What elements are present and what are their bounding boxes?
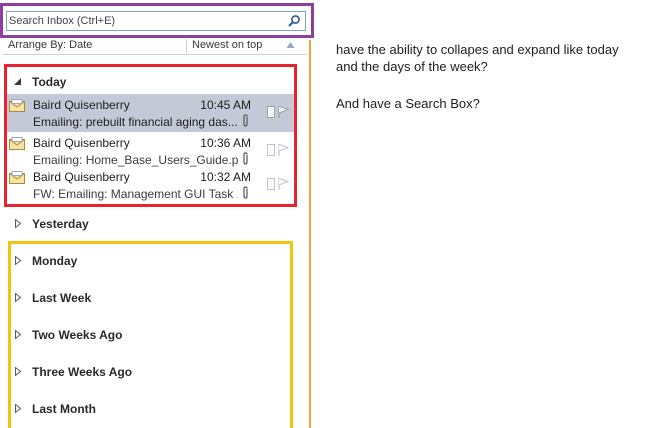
- group-label: Yesterday: [32, 217, 89, 231]
- sort-order-label[interactable]: Newest on top: [192, 39, 262, 51]
- annotation-line-2: and the days of the week?: [336, 59, 488, 74]
- mail-list-pane: Arrange By: Date Newest on top Today Bai…: [0, 0, 320, 428]
- search-box[interactable]: [6, 11, 306, 31]
- search-icon[interactable]: [287, 14, 301, 28]
- groups-highlight-box: [8, 241, 293, 428]
- search-input[interactable]: [9, 13, 279, 29]
- pane-divider: [309, 40, 311, 428]
- annotation-line-3: And have a Search Box?: [336, 96, 480, 111]
- sort-up-arrow-icon[interactable]: [286, 41, 295, 49]
- group-header-yesterday[interactable]: Yesterday: [14, 215, 284, 235]
- arrange-bar: Arrange By: Date Newest on top: [3, 38, 307, 55]
- arrange-by-label[interactable]: Arrange By: Date: [8, 39, 92, 51]
- expand-triangle-icon[interactable]: [14, 219, 22, 228]
- arrange-separator: [186, 39, 187, 53]
- today-highlight-box: [4, 64, 297, 207]
